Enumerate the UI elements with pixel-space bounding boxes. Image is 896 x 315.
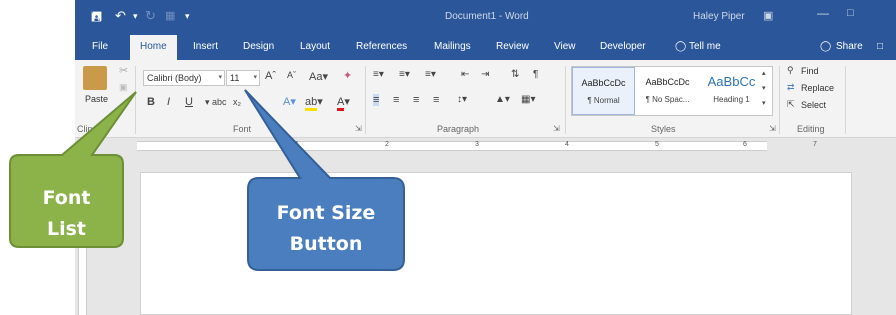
- callout-line: Font: [42, 187, 91, 209]
- font-size-callout: Font Size Button: [248, 198, 404, 260]
- callout-line: List: [46, 218, 86, 240]
- annotated-screenshot: 🖪 ↶ ▾ ↻ ▦ ▾ Document1 - Word Haley Piper…: [0, 0, 896, 315]
- callout-line: Font Size: [276, 202, 376, 224]
- callout-layer: [9, 89, 405, 271]
- callout-line: Button: [289, 233, 363, 255]
- font-list-callout: Font List: [10, 183, 123, 245]
